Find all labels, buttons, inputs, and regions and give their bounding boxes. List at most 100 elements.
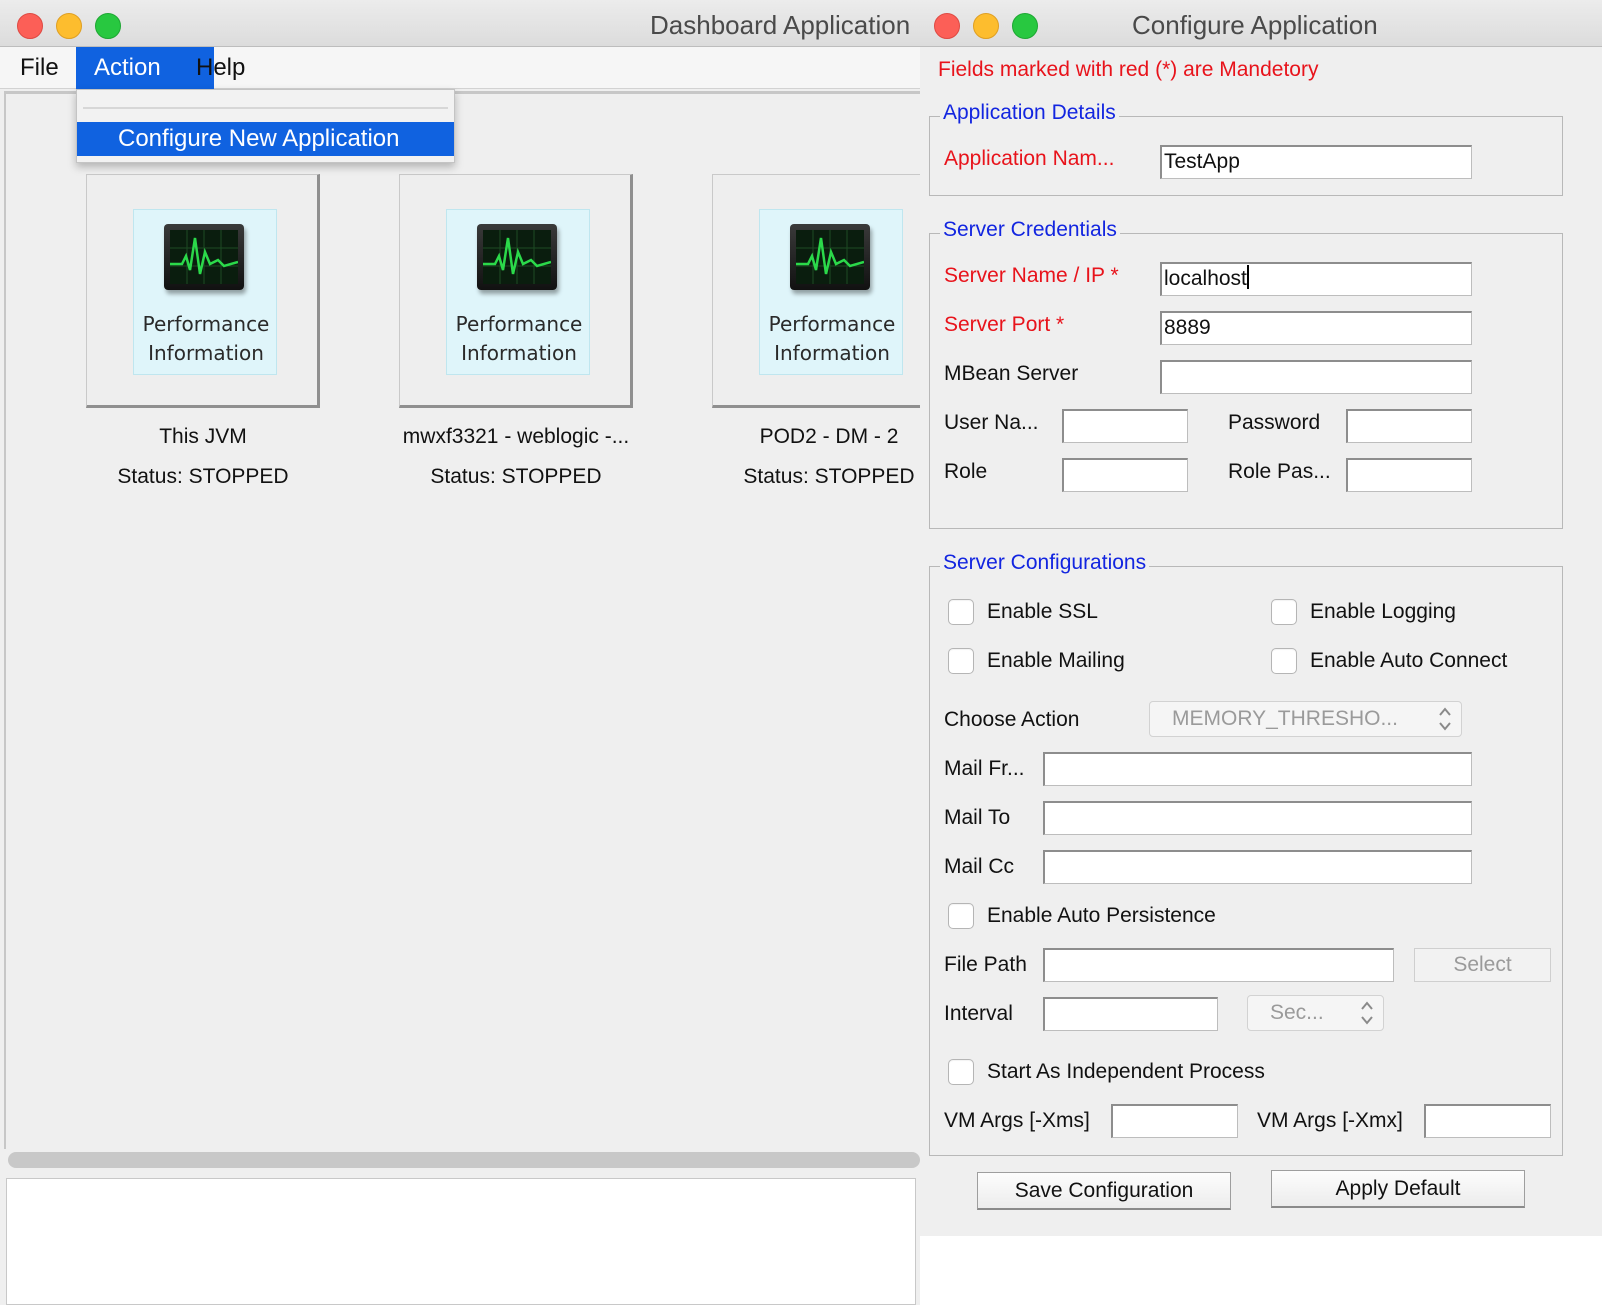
server-name-input[interactable]: localhost: [1160, 262, 1472, 296]
maximize-icon[interactable]: [95, 13, 121, 39]
application-details-group: Application Details Application Nam... T…: [929, 101, 1563, 196]
dashboard-titlebar[interactable]: Dashboard Application: [0, 0, 920, 47]
chevron-up-down-icon: [1439, 707, 1451, 731]
tiles-area: Performance Information Performance Info…: [4, 91, 920, 1149]
menu-separator: [83, 107, 448, 109]
enable-logging-checkbox[interactable]: [1271, 599, 1297, 625]
menu-file[interactable]: File: [2, 47, 77, 89]
choose-action-value: MEMORY_THRESHO...: [1172, 707, 1398, 730]
action-dropdown-menu: Configure New Application: [76, 89, 455, 163]
enable-auto-persistence-label: Enable Auto Persistence: [987, 904, 1216, 927]
username-label: User Na...: [944, 411, 1039, 434]
tile-name: This JVM: [159, 425, 247, 448]
interval-input[interactable]: [1043, 997, 1218, 1031]
required-fields-note: Fields marked with red (*) are Mandetory: [938, 58, 1319, 81]
app-tile[interactable]: Performance Information: [712, 174, 920, 408]
interval-unit-select[interactable]: Sec...: [1247, 995, 1384, 1031]
mail-cc-label: Mail Cc: [944, 855, 1015, 878]
close-icon[interactable]: [17, 13, 43, 39]
vm-args-xms-input[interactable]: [1111, 1104, 1238, 1138]
app-tile[interactable]: Performance Information: [399, 174, 633, 408]
interval-label: Interval: [944, 1002, 1013, 1025]
vm-args-xms-label: VM Args [-Xms]: [944, 1109, 1090, 1132]
enable-mailing-label: Enable Mailing: [987, 649, 1125, 672]
minimize-icon[interactable]: [56, 13, 82, 39]
tile-name: POD2 - DM - 2: [759, 425, 899, 448]
server-port-input[interactable]: 8889: [1160, 311, 1472, 345]
password-label: Password: [1228, 411, 1321, 434]
enable-ssl-label: Enable SSL: [987, 600, 1098, 623]
performance-monitor-icon: Performance Information: [759, 209, 903, 375]
role-password-input[interactable]: [1346, 458, 1472, 492]
server-port-label: Server Port *: [944, 313, 1065, 336]
menu-bar: File Action Help: [0, 47, 920, 89]
server-credentials-group: Server Credentials Server Name / IP * lo…: [929, 218, 1563, 529]
role-password-label: Role Pas...: [1228, 460, 1331, 483]
dashboard-window: Dashboard Application File Action Help P…: [0, 0, 920, 1305]
tile-status: Status: STOPPED: [743, 465, 915, 488]
maximize-icon[interactable]: [1012, 13, 1038, 39]
mail-from-input[interactable]: [1043, 752, 1472, 786]
minimize-icon[interactable]: [973, 13, 999, 39]
tile-caption-line1: Performance: [455, 312, 583, 336]
interval-unit-value: Sec...: [1270, 1001, 1324, 1024]
server-name-value: localhost: [1164, 267, 1247, 290]
mbean-server-label: MBean Server: [944, 362, 1079, 385]
start-independent-process-label: Start As Independent Process: [987, 1060, 1265, 1083]
app-name-label: Application Nam...: [944, 147, 1115, 170]
app-name-input[interactable]: TestApp: [1160, 145, 1472, 179]
save-configuration-button[interactable]: Save Configuration: [977, 1172, 1231, 1210]
group-title: Application Details: [940, 101, 1119, 125]
mail-to-label: Mail To: [944, 806, 1011, 829]
text-cursor: [1246, 265, 1249, 289]
chevron-up-down-icon: [1361, 1001, 1373, 1025]
enable-auto-connect-checkbox[interactable]: [1271, 648, 1297, 674]
select-file-button[interactable]: Select: [1414, 948, 1551, 982]
performance-monitor-icon: Performance Information: [446, 209, 590, 375]
tile-caption-line2: Information: [461, 341, 577, 365]
choose-action-label: Choose Action: [944, 708, 1080, 731]
file-path-label: File Path: [944, 953, 1027, 976]
close-icon[interactable]: [934, 13, 960, 39]
tile-name: mwxf3321 - weblogic -...: [402, 425, 630, 448]
group-title: Server Credentials: [940, 218, 1120, 242]
app-tile[interactable]: Performance Information: [86, 174, 320, 408]
enable-logging-label: Enable Logging: [1310, 600, 1456, 623]
tile-caption-line1: Performance: [768, 312, 896, 336]
performance-monitor-icon: Performance Information: [133, 209, 277, 375]
bottom-panel: [6, 1178, 916, 1305]
configure-titlebar[interactable]: Configure Application: [920, 0, 1602, 47]
enable-ssl-checkbox[interactable]: [948, 599, 974, 625]
tile-status: Status: STOPPED: [430, 465, 602, 488]
password-input[interactable]: [1346, 409, 1472, 443]
group-title: Server Configurations: [940, 551, 1150, 575]
mail-to-input[interactable]: [1043, 801, 1472, 835]
vm-args-xmx-input[interactable]: [1424, 1104, 1551, 1138]
menu-item-configure-new-application[interactable]: Configure New Application: [77, 122, 454, 156]
configure-window: Configure Application Fields marked with…: [920, 0, 1602, 1305]
horizontal-scrollbar[interactable]: [8, 1152, 920, 1168]
enable-auto-persistence-checkbox[interactable]: [948, 903, 974, 929]
enable-auto-connect-label: Enable Auto Connect: [1310, 649, 1508, 672]
tile-status: Status: STOPPED: [117, 465, 289, 488]
role-label: Role: [944, 460, 988, 483]
start-independent-process-checkbox[interactable]: [948, 1059, 974, 1085]
tile-caption-line1: Performance: [142, 312, 270, 336]
username-input[interactable]: [1062, 409, 1188, 443]
window-bottom-area: [920, 1236, 1602, 1305]
menu-help[interactable]: Help: [178, 47, 263, 89]
apply-default-button[interactable]: Apply Default: [1271, 1170, 1525, 1208]
mail-from-label: Mail Fr...: [944, 757, 1025, 780]
choose-action-select[interactable]: MEMORY_THRESHO...: [1149, 701, 1462, 737]
tile-caption-line2: Information: [148, 341, 264, 365]
window-title: Configure Application: [1132, 10, 1378, 40]
mail-cc-input[interactable]: [1043, 850, 1472, 884]
server-configurations-group: Server Configurations Enable SSL Enable …: [929, 551, 1563, 1156]
server-name-label: Server Name / IP *: [944, 264, 1119, 287]
enable-mailing-checkbox[interactable]: [948, 648, 974, 674]
vm-args-xmx-label: VM Args [-Xmx]: [1257, 1109, 1403, 1132]
window-title: Dashboard Application: [650, 10, 911, 40]
mbean-server-input[interactable]: [1160, 360, 1472, 394]
file-path-input[interactable]: [1043, 948, 1394, 982]
role-input[interactable]: [1062, 458, 1188, 492]
